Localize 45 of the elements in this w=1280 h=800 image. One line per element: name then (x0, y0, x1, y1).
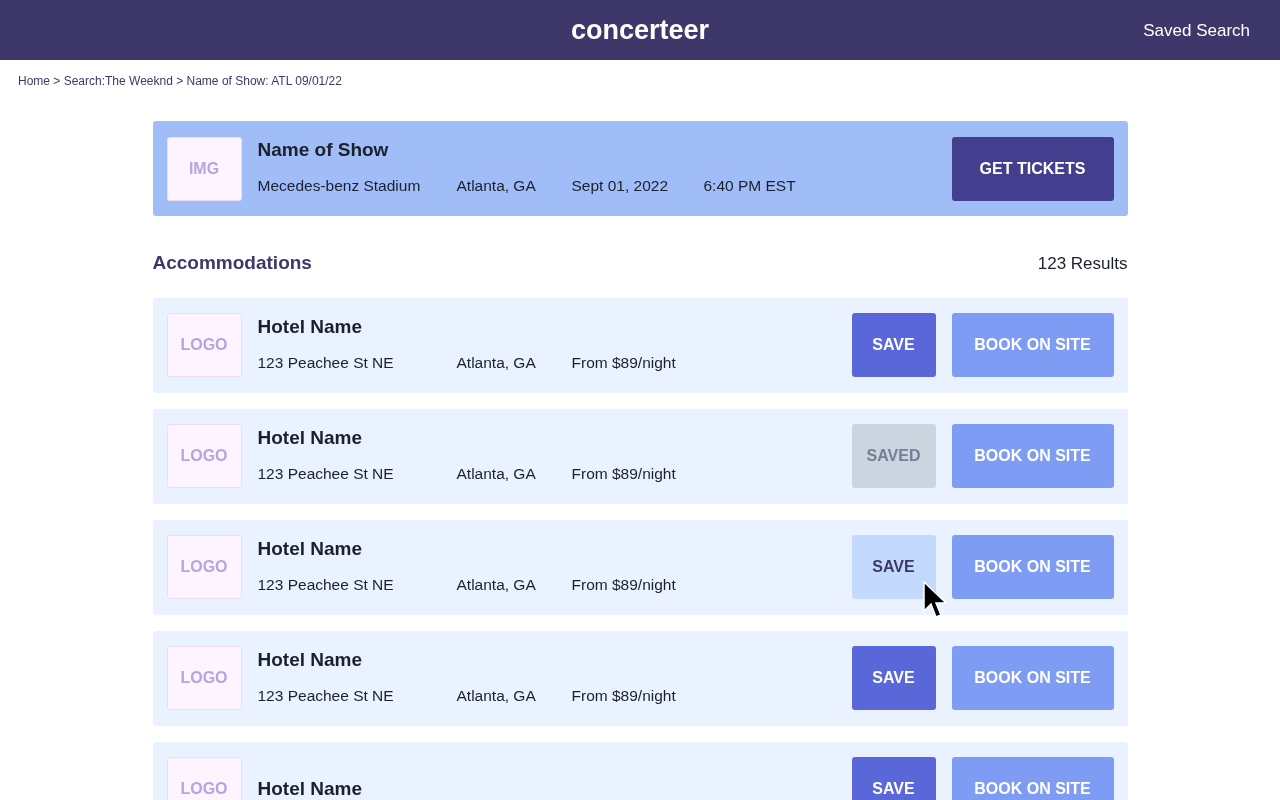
detail-text: Atlanta, GA (456, 685, 537, 706)
title-text: Name of Show (257, 139, 390, 163)
detail-text: 6:40 PM EST (703, 177, 796, 195)
results-count: 123 Results (1037, 252, 1128, 275)
book-button[interactable]: BOOK ON SITE (951, 646, 1114, 710)
saved-search-link[interactable]: Saved Search (1143, 18, 1250, 44)
detail-text: From $89/night (571, 463, 677, 484)
placeholder-label: LOGO (180, 446, 228, 466)
detail-text: Atlanta, GA (456, 574, 537, 595)
detail-text: Sept 01, 2022 (571, 176, 670, 197)
detail-text: Mecedes-benz Stadium (257, 176, 422, 197)
breadcrumb: Home > Search:The Weeknd > Name of Show: ATL 09/01/22 (17, 73, 343, 90)
save-button[interactable]: SAVE (851, 646, 936, 710)
cursor-icon (923, 581, 948, 619)
save-button[interactable]: SAVE (851, 757, 936, 800)
placeholder-label: LOGO (180, 668, 228, 688)
detail-text: From $89/night (571, 574, 677, 595)
detail-text: 123 Peachee St NE (257, 685, 395, 706)
placeholder-label: LOGO (180, 779, 228, 799)
placeholder-label: LOGO (180, 335, 228, 355)
save-button[interactable]: SAVE (851, 313, 936, 377)
save-button[interactable]: SAVED (851, 424, 936, 488)
section-title: Accommodations (152, 251, 312, 275)
detail-text: 123 Peachee St NE (257, 352, 395, 373)
logo-text[interactable]: concerteer (570, 9, 710, 51)
book-button[interactable]: BOOK ON SITE (951, 424, 1114, 488)
placeholder-label: LOGO (180, 557, 228, 577)
save-button[interactable]: SAVE (851, 535, 936, 599)
detail-text: From $89/night (571, 352, 677, 373)
detail-text: Atlanta, GA (456, 463, 537, 484)
title-text: Hotel Name (257, 537, 364, 561)
detail-text: 123 Peachee St NE (257, 574, 395, 595)
book-button[interactable]: BOOK ON SITE (951, 757, 1114, 800)
book-button[interactable]: BOOK ON SITE (951, 535, 1114, 599)
title-text: Hotel Name (257, 777, 364, 800)
get-tickets-button[interactable]: GET TICKETS (951, 136, 1114, 201)
title-text: Hotel Name (257, 648, 364, 672)
detail-text: 123 Peachee St NE (257, 463, 395, 484)
detail-text: From $89/night (571, 685, 677, 706)
book-button[interactable]: BOOK ON SITE (951, 313, 1114, 377)
detail-text: Atlanta, GA (456, 352, 537, 373)
placeholder-label: IMG (188, 158, 220, 179)
title-text: Hotel Name (257, 315, 364, 339)
title-text: Hotel Name (257, 426, 364, 450)
detail-text: Atlanta, GA (456, 176, 537, 197)
